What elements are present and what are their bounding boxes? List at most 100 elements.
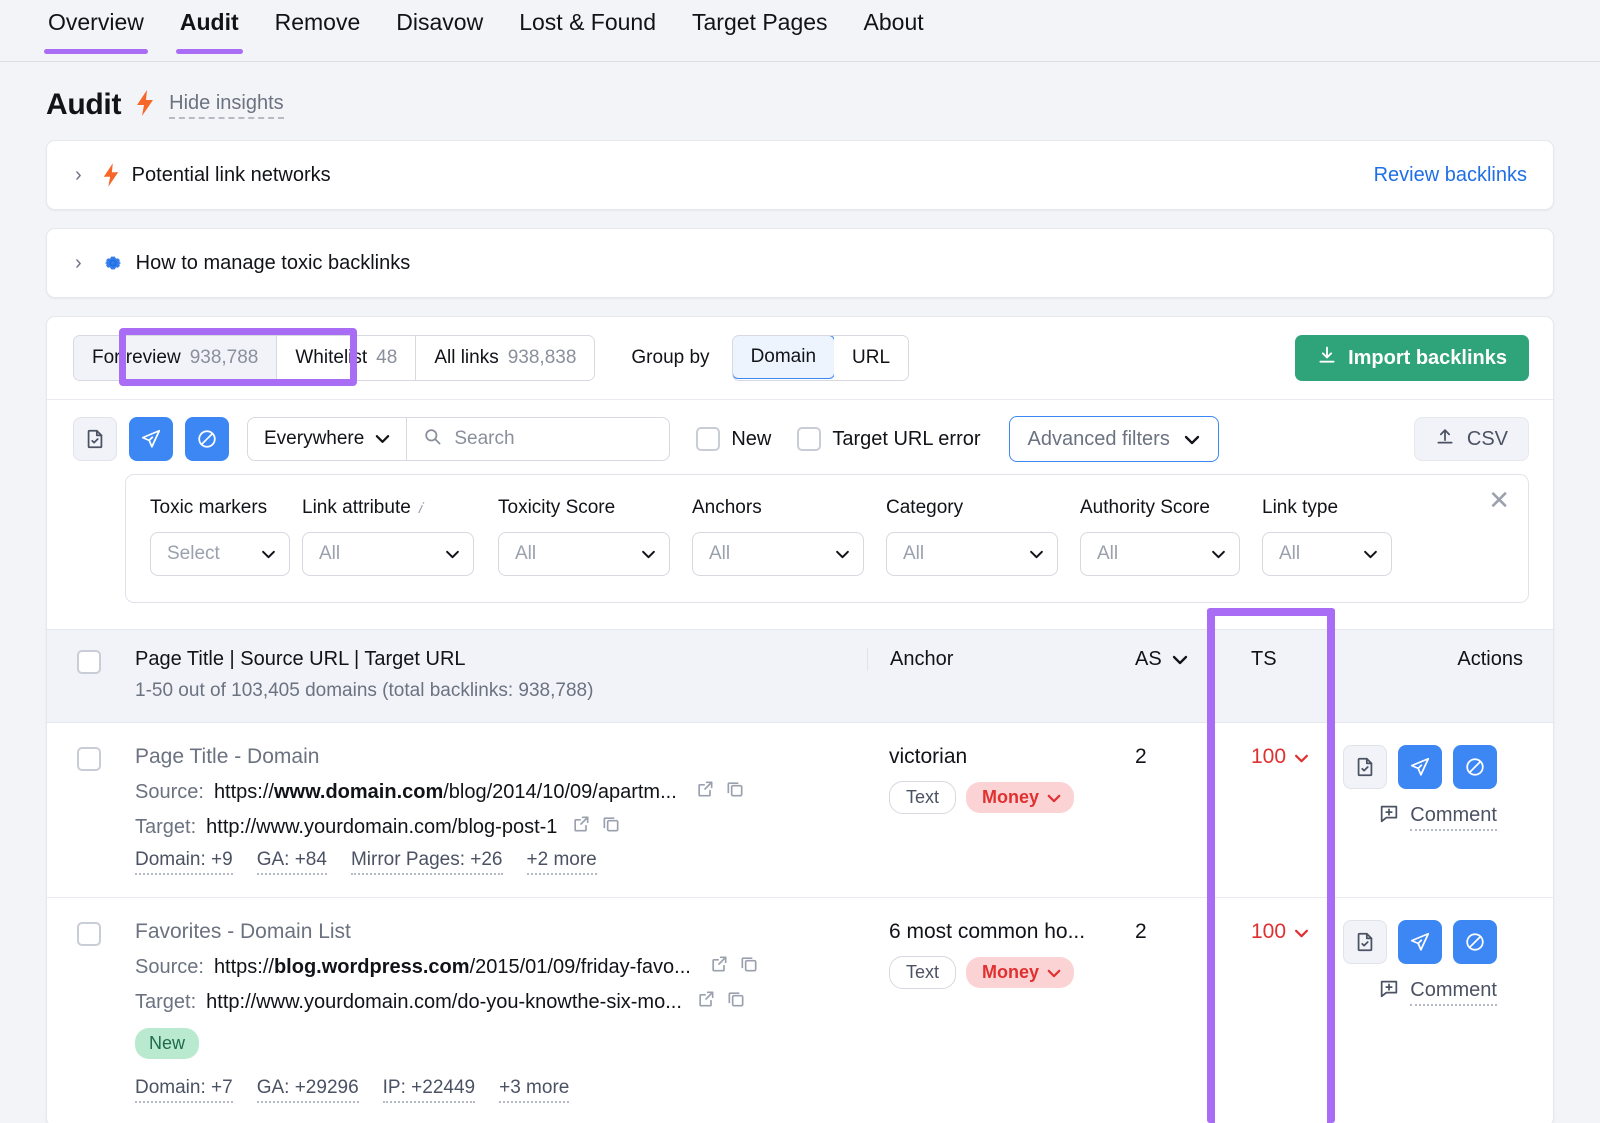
open-external-icon[interactable]: [696, 989, 716, 1015]
info-icon[interactable]: 𝑖: [418, 500, 422, 517]
row-checkbox[interactable]: [77, 747, 101, 771]
source-url-text[interactable]: https://blog.wordpress.com/2015/01/09/fr…: [214, 956, 691, 979]
tab-about[interactable]: About: [860, 9, 928, 54]
open-external-icon[interactable]: [695, 779, 715, 805]
comment-button[interactable]: Comment: [1378, 978, 1497, 1006]
send-to-remove-icon[interactable]: [1398, 745, 1442, 789]
checkbox-box[interactable]: [696, 427, 720, 451]
search-field-wrapper: [407, 418, 669, 460]
copy-icon[interactable]: [601, 814, 621, 840]
whitelist-icon[interactable]: [73, 417, 117, 461]
open-external-icon[interactable]: [571, 814, 591, 840]
row-new-badge-wrap: New: [135, 1024, 867, 1071]
tab-overview[interactable]: Overview: [44, 9, 148, 54]
column-as[interactable]: AS: [1135, 648, 1235, 671]
tab-remove[interactable]: Remove: [271, 9, 365, 54]
segment-whitelist[interactable]: Whitelist 48: [277, 336, 416, 380]
chevron-down-icon: [835, 543, 850, 565]
comment-button[interactable]: Comment: [1378, 803, 1497, 831]
segment-all-links[interactable]: All links 938,838: [416, 336, 594, 380]
tag-text[interactable]: Text: [889, 956, 956, 989]
filter-link-attribute: Link attribute 𝑖 All: [302, 497, 498, 576]
group-by-domain[interactable]: Domain: [732, 335, 835, 379]
toxic-marker-more[interactable]: +2 more: [527, 849, 597, 875]
segment-for-review[interactable]: For review 938,788: [74, 336, 277, 380]
scope-select[interactable]: Everywhere: [248, 418, 407, 460]
toxic-marker-more[interactable]: +3 more: [499, 1077, 569, 1103]
tab-target-pages[interactable]: Target Pages: [688, 9, 832, 54]
source-url-text[interactable]: https://www.domain.com/blog/2014/10/09/a…: [214, 781, 677, 804]
tag-money[interactable]: Money: [966, 957, 1074, 988]
insight-card-potential-link-networks[interactable]: › Potential link networks Review backlin…: [46, 140, 1554, 210]
tag-text[interactable]: Text: [889, 781, 956, 814]
column-actions: Actions: [1363, 648, 1553, 671]
lightning-bolt-icon: [135, 90, 155, 121]
column-ts: TS: [1235, 648, 1363, 671]
advanced-filters-dropdown[interactable]: Advanced filters: [1009, 416, 1219, 462]
row-page-title: Page Title - Domain: [135, 745, 867, 769]
chevron-down-icon[interactable]: [1172, 648, 1188, 671]
filter-select[interactable]: All: [302, 532, 474, 576]
filter-select[interactable]: All: [1262, 532, 1392, 576]
search-input[interactable]: [454, 428, 653, 450]
send-to-remove-icon[interactable]: [129, 417, 173, 461]
filter-select[interactable]: All: [692, 532, 864, 576]
whitelist-icon[interactable]: [1343, 745, 1387, 789]
group-by-url[interactable]: URL: [834, 336, 908, 380]
toxic-marker[interactable]: Domain: +9: [135, 849, 233, 875]
copy-icon[interactable]: [726, 989, 746, 1015]
table-toolbar: Everywhere New Target URL error Advanced…: [47, 400, 1553, 462]
target-label: Target:: [135, 991, 196, 1014]
disavow-icon[interactable]: [1453, 745, 1497, 789]
select-all-checkbox[interactable]: [77, 650, 101, 674]
target-url-text[interactable]: http://www.yourdomain.com/blog-post-1: [206, 816, 557, 839]
whitelist-icon[interactable]: [1343, 920, 1387, 964]
filter-label: Toxic markers: [150, 497, 302, 519]
toxic-marker[interactable]: GA: +84: [257, 849, 327, 875]
row-source-url: Source: https://www.domain.com/blog/2014…: [135, 779, 867, 805]
row-toxic-markers: Domain: +9 GA: +84 Mirror Pages: +26 +2 …: [135, 849, 867, 875]
export-csv-button[interactable]: CSV: [1414, 417, 1529, 461]
tab-lost-and-found[interactable]: Lost & Found: [515, 9, 660, 54]
send-to-remove-icon[interactable]: [1398, 920, 1442, 964]
tag-money[interactable]: Money: [966, 782, 1074, 813]
toxic-marker[interactable]: Domain: +7: [135, 1077, 233, 1103]
copy-icon[interactable]: [725, 779, 745, 805]
toxic-marker[interactable]: Mirror Pages: +26: [351, 849, 503, 875]
checkbox-label: Target URL error: [832, 428, 980, 451]
column-header-as[interactable]: AS: [1135, 648, 1235, 671]
disavow-icon[interactable]: [185, 417, 229, 461]
filter-select[interactable]: All: [1080, 532, 1240, 576]
row-checkbox[interactable]: [77, 922, 101, 946]
chevron-right-icon[interactable]: ›: [75, 252, 82, 275]
row-anchor-cell: 6 most common ho... Text Money: [867, 920, 1135, 989]
open-external-icon[interactable]: [709, 954, 729, 980]
filter-checkbox-new[interactable]: New: [696, 427, 771, 451]
close-filters-icon[interactable]: ✕: [1488, 487, 1510, 513]
filter-select[interactable]: All: [886, 532, 1058, 576]
import-backlinks-button[interactable]: Import backlinks: [1295, 335, 1529, 381]
tab-disavow[interactable]: Disavow: [392, 9, 487, 54]
insight-card-how-to-manage-toxic-backlinks[interactable]: › How to manage toxic backlinks: [46, 228, 1554, 298]
copy-icon[interactable]: [739, 954, 759, 980]
insight-label: Potential link networks: [132, 164, 331, 187]
hide-insights-button[interactable]: Hide insights: [169, 92, 284, 119]
results-summary: 1-50 out of 103,405 domains (total backl…: [135, 680, 867, 702]
tab-audit[interactable]: Audit: [176, 9, 243, 54]
row-actions-cell: Comment: [1363, 745, 1553, 831]
source-domain: blog.wordpress.com: [274, 956, 470, 979]
disavow-icon[interactable]: [1453, 920, 1497, 964]
target-url-text[interactable]: http://www.yourdomain.com/do-you-knowthe…: [206, 991, 682, 1014]
checkbox-box[interactable]: [797, 427, 821, 451]
filter-select[interactable]: Select: [150, 532, 290, 576]
chevron-down-icon: [1047, 962, 1061, 983]
source-path: /blog/2014/10/09/apartm...: [443, 781, 677, 804]
toxic-marker[interactable]: IP: +22449: [383, 1077, 475, 1103]
row-select-cell: [47, 745, 131, 771]
toxic-marker[interactable]: GA: +29296: [257, 1077, 359, 1103]
filter-checkbox-target-url-error[interactable]: Target URL error: [797, 427, 980, 451]
chevron-right-icon[interactable]: ›: [75, 164, 82, 187]
filter-select[interactable]: All: [498, 532, 670, 576]
column-header-label: Actions: [1363, 648, 1523, 671]
review-backlinks-link[interactable]: Review backlinks: [1374, 164, 1527, 187]
